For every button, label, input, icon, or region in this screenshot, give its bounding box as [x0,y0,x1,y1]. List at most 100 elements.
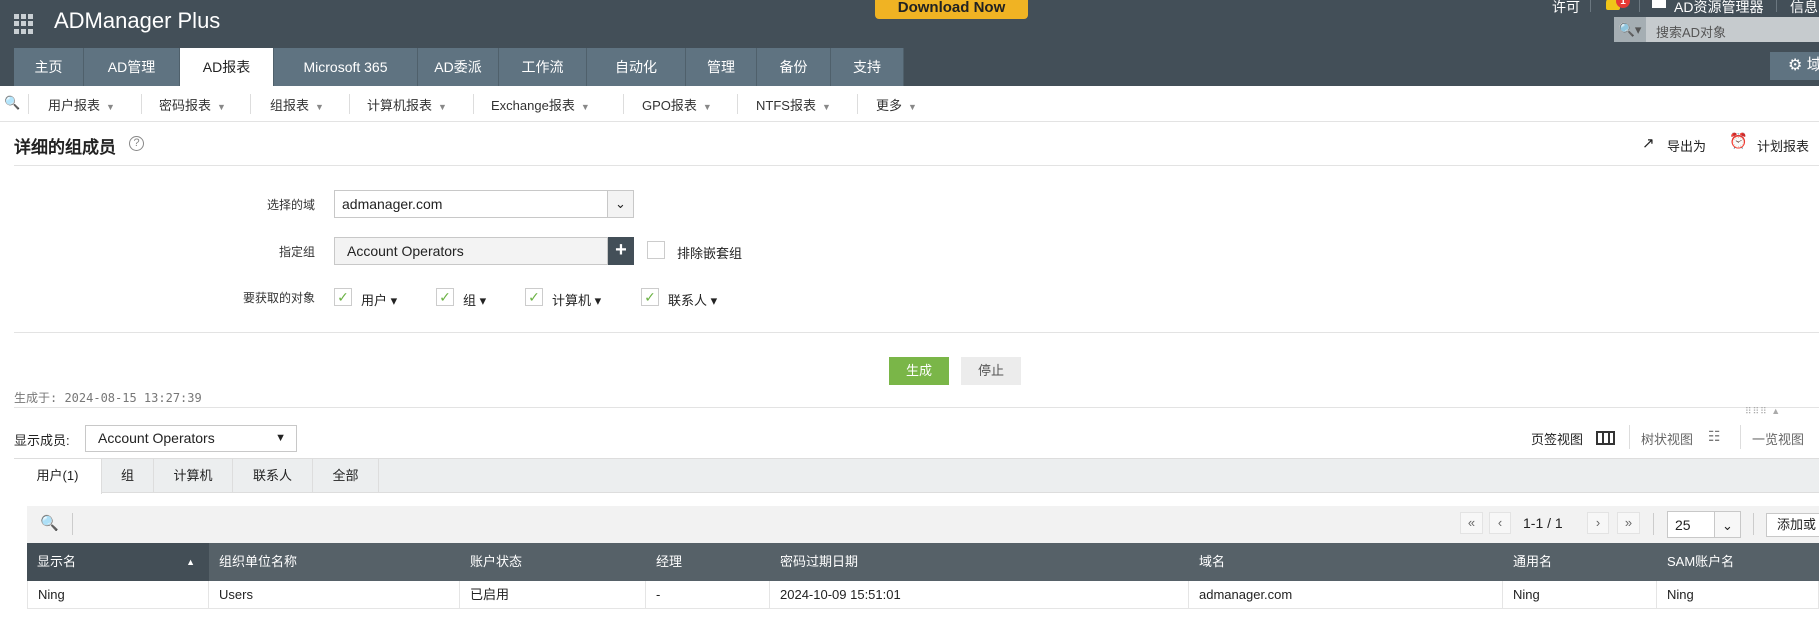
add-remove-columns-button[interactable]: 添加或 [1766,513,1819,537]
column-header-pwd-expiry[interactable]: 密码过期日期 [770,543,1189,581]
tab-support[interactable]: 支持 [831,48,904,86]
collapse-handle[interactable]: ⠿⠿⠿ ▲ [1745,406,1819,418]
column-header-manager[interactable]: 经理 [646,543,770,581]
divider [1776,0,1777,12]
tree-view-link[interactable]: 树状视图 [1641,429,1693,448]
stop-button[interactable]: 停止 [961,357,1021,385]
tab-home[interactable]: 主页 [14,48,84,86]
column-header-ou[interactable]: 组织单位名称 [209,543,460,581]
divider [14,165,1819,166]
contacts-option[interactable]: 联系人 ▾ [668,290,717,309]
first-page-button[interactable]: « [1460,512,1483,534]
app-grid-icon[interactable] [14,14,34,34]
prev-page-button[interactable]: ‹ [1489,512,1511,534]
users-checkbox[interactable]: ✓ [334,288,352,306]
column-header-display-name[interactable]: 显示名 ▲ [27,543,209,581]
license-link[interactable]: 许可 [1552,0,1580,17]
column-header-common-name[interactable]: 通用名 [1503,543,1657,581]
exclude-nested-label: 排除嵌套组 [677,246,743,261]
tab-workflow[interactable]: 工作流 [499,48,587,86]
objects-label: 要获取的对象 [242,291,315,305]
page-size-select[interactable]: 25 ⌄ [1667,511,1741,538]
subnav-more[interactable]: 更多 ▼ [876,95,917,114]
page-title: 详细的组成员 [14,138,116,157]
alarm-clock-icon[interactable]: ⏰ [1729,132,1748,150]
tab-view-link[interactable]: 页签视图 [1531,429,1583,448]
list-view-link[interactable]: 一览视图 [1752,429,1804,448]
tab-microsoft-365[interactable]: Microsoft 365 [274,48,418,86]
help-icon[interactable]: ? [129,136,144,151]
table-cell: 2024-10-09 15:51:01 [770,581,1189,609]
divider [14,407,1819,408]
table-cell: Ning [27,581,209,609]
column-header-domain[interactable]: 域名 [1189,543,1503,581]
subnav-password-reports[interactable]: 密码报表 ▼ [159,95,226,114]
domain-select[interactable]: admanager.com ⌄ [334,190,634,218]
domain-label: 选择的域 [266,198,315,212]
tab-admin[interactable]: 管理 [686,48,757,86]
subnav-exchange-reports[interactable]: Exchange报表 ▼ [491,95,590,114]
column-header-sam[interactable]: SAM账户名 [1657,543,1819,581]
table-cell: Ning [1657,581,1819,609]
top-header: ADManager Plus Download Now 许可 1 AD资源管理器… [0,0,1819,86]
report-sub-nav: 🔍 用户报表 ▼ 密码报表 ▼ 组报表 ▼ 计算机报表 ▼ Exchange报表 ▼ GP… [0,86,1819,122]
subnav-ntfs-reports[interactable]: NTFS报表 ▼ [756,95,831,114]
search-icon[interactable]: 🔍 [4,95,20,111]
tab-ad-delegation[interactable]: AD委派 [418,48,499,86]
show-members-label: 显示成员: [14,433,70,448]
groups-option[interactable]: 组 ▾ [463,290,486,309]
hierarchy-icon[interactable]: ☷ [1708,428,1721,445]
caret-down-icon: ▼ [275,432,286,444]
ad-explorer-link[interactable]: AD资源管理器 [1674,0,1763,17]
chevron-down-icon: ⌄ [607,191,633,217]
download-now-button[interactable]: Download Now [875,0,1028,19]
tab-all[interactable]: 全部 [313,459,379,493]
next-page-button[interactable]: › [1587,512,1609,534]
notification-badge: 1 [1616,0,1630,8]
table-cell: Ning [1503,581,1657,609]
add-group-button[interactable]: + [608,237,634,265]
tab-contacts[interactable]: 联系人 [233,459,313,493]
table-grid-icon[interactable] [1596,431,1615,445]
table-cell: Users [209,581,460,609]
contacts-checkbox[interactable]: ✓ [641,288,659,306]
domain-settings-label: 域 [1806,57,1819,74]
computers-option[interactable]: 计算机 ▾ [552,290,601,309]
table-cell: 已启用 [460,581,646,609]
tab-ad-reports[interactable]: AD报表 [180,48,274,86]
group-field[interactable]: Account Operators [334,237,608,265]
table-cell: admanager.com [1189,581,1503,609]
tab-users[interactable]: 用户(1) [14,459,102,494]
domain-settings-button[interactable]: ⚙ 域 [1770,52,1819,80]
tab-groups[interactable]: 组 [102,459,154,493]
tab-computers[interactable]: 计算机 [154,459,233,493]
window-icon [1652,0,1666,8]
app-logo: ADManager Plus [54,8,221,33]
subnav-user-reports[interactable]: 用户报表 ▼ [48,95,115,114]
users-option[interactable]: 用户 ▾ [361,290,397,309]
info-link[interactable]: 信息 [1790,0,1818,17]
column-header-status[interactable]: 账户状态 [460,543,646,581]
search-input[interactable]: 搜索AD对象 [1656,22,1726,41]
group-label: 指定组 [278,245,315,259]
schedule-report-button[interactable]: 计划报表 [1757,136,1809,155]
computers-checkbox[interactable]: ✓ [525,288,543,306]
divider [14,332,1819,333]
tab-automation[interactable]: 自动化 [587,48,686,86]
search-icon[interactable]: 🔍 [40,514,59,532]
subnav-gpo-reports[interactable]: GPO报表 ▼ [642,95,712,114]
groups-checkbox[interactable]: ✓ [436,288,454,306]
generate-button[interactable]: 生成 [889,357,949,385]
last-page-button[interactable]: » [1617,512,1640,534]
subnav-computer-reports[interactable]: 计算机报表 ▼ [367,95,447,114]
subnav-group-reports[interactable]: 组报表 ▼ [270,95,324,114]
export-button[interactable]: 导出为 [1667,136,1706,155]
search-icon[interactable]: 🔍▾ [1614,17,1646,42]
ad-search[interactable]: 🔍▾ 搜索AD对象 [1614,17,1819,42]
show-members-select[interactable]: Account Operators ▼ [85,425,297,452]
export-icon[interactable]: ↗ [1642,134,1655,152]
tab-backup[interactable]: 备份 [757,48,831,86]
tab-ad-management[interactable]: AD管理 [84,48,180,86]
generated-timestamp: 生成于: 2024-08-15 13:27:39 [14,391,202,405]
exclude-nested-checkbox[interactable] [647,241,665,259]
